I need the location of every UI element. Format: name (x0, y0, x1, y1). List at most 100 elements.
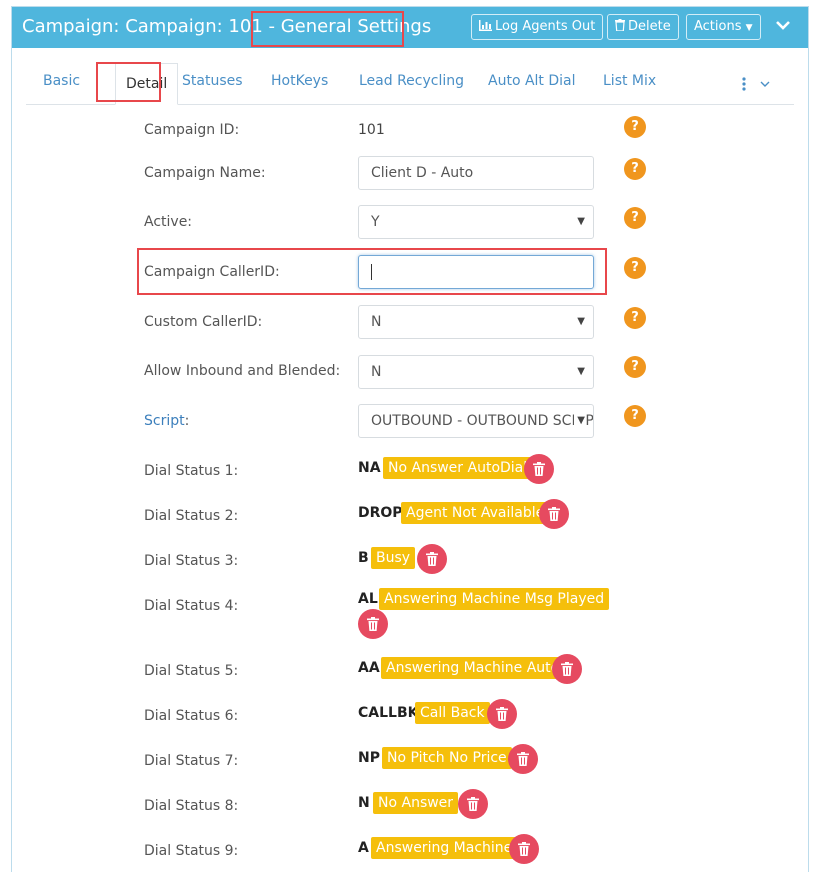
select-arrow-icon: ▼ (577, 316, 585, 327)
caret-down-icon: ▼ (745, 23, 753, 33)
script-link[interactable]: Script (144, 413, 185, 429)
text-cursor (371, 264, 372, 280)
trash-icon (367, 617, 379, 631)
dial-status-8-label: Dial Status 8: (144, 798, 239, 814)
remove-dial-status-5-button[interactable] (552, 654, 582, 684)
allow-inbound-value: N (371, 364, 382, 380)
help-icon[interactable]: ? (624, 158, 646, 180)
script-label-row: Script: (144, 413, 189, 429)
remove-dial-status-2-button[interactable] (539, 499, 569, 529)
log-agents-out-label: Log Agents Out (495, 19, 596, 34)
trash-icon (548, 507, 560, 521)
dial-status-3-code: B (358, 550, 369, 566)
highlight-box-general-settings (251, 11, 404, 47)
dial-status-9-code: A (358, 840, 369, 856)
highlight-box-detail-tab (96, 62, 161, 102)
allow-inbound-label: Allow Inbound and Blended: (144, 363, 341, 379)
trash-icon (518, 842, 530, 856)
trash-icon (517, 752, 529, 766)
campaign-name-label: Campaign Name: (144, 165, 266, 181)
panel-header: Campaign: Campaign: 101 - General Settin… (12, 7, 808, 48)
campaign-id-value: 101 (358, 122, 385, 138)
allow-inbound-select[interactable]: N ▼ (358, 355, 594, 389)
script-colon: : (184, 413, 190, 429)
actions-dropdown-button[interactable]: Actions ▼ (686, 14, 761, 40)
dial-status-5-label: Dial Status 5: (144, 663, 239, 679)
campaign-panel: Campaign: Campaign: 101 - General Settin… (11, 6, 809, 872)
campaign-callerid-label: Campaign CallerID: (144, 264, 280, 280)
dial-status-7-badge: No Pitch No Price (382, 747, 512, 769)
chevron-down-icon[interactable] (775, 19, 791, 31)
campaign-name-input[interactable]: Client D - Auto (358, 156, 594, 190)
trash-icon (615, 19, 625, 32)
dial-status-2-badge: Agent Not Available (401, 502, 550, 524)
title-prefix: Campaign: Campaign: 101 - (22, 16, 281, 37)
trash-icon (467, 797, 479, 811)
tab-auto-alt-dial[interactable]: Auto Alt Dial (488, 73, 576, 89)
custom-callerid-value: N (371, 314, 382, 330)
dial-status-9-badge: Answering Machine (371, 837, 518, 859)
dial-status-1-label: Dial Status 1: (144, 463, 239, 479)
dial-status-6-badge: Call Back (415, 702, 490, 724)
help-icon[interactable]: ? (624, 207, 646, 229)
select-arrow-icon: ▼ (577, 366, 585, 377)
help-icon[interactable]: ? (624, 356, 646, 378)
dial-status-5-badge: Answering Machine Auto (381, 657, 565, 679)
trash-icon (496, 707, 508, 721)
help-icon[interactable]: ? (624, 116, 646, 138)
dial-status-1-badge: No Answer AutoDial (383, 457, 533, 479)
campaign-callerid-input[interactable] (358, 255, 594, 289)
remove-dial-status-6-button[interactable] (487, 699, 517, 729)
campaign-name-value: Client D - Auto (371, 165, 474, 181)
tab-lead-recycling[interactable]: Lead Recycling (359, 73, 464, 89)
help-icon[interactable]: ? (624, 307, 646, 329)
help-icon[interactable]: ? (624, 405, 646, 427)
script-select[interactable]: OUTBOUND - OUTBOUND SCRIPT ▼ (358, 404, 594, 438)
dial-status-3-badge: Busy (371, 547, 416, 569)
dial-status-4-badge: Answering Machine Msg Played (379, 588, 610, 610)
bar-chart-icon (479, 20, 492, 31)
dial-status-4-label: Dial Status 4: (144, 598, 239, 614)
dial-status-3-label: Dial Status 3: (144, 553, 239, 569)
script-value: OUTBOUND - OUTBOUND SCRIPT (371, 413, 594, 429)
delete-label: Delete (628, 19, 671, 34)
trash-icon (533, 462, 545, 476)
dial-status-8-badge: No Answer (373, 792, 459, 814)
campaign-id-label: Campaign ID: (144, 122, 240, 138)
remove-dial-status-7-button[interactable] (508, 744, 538, 774)
dial-status-2-label: Dial Status 2: (144, 508, 239, 524)
custom-callerid-select[interactable]: N ▼ (358, 305, 594, 339)
active-select[interactable]: Y ▼ (358, 205, 594, 239)
trash-icon (426, 552, 438, 566)
tab-basic[interactable]: Basic (43, 73, 80, 89)
tab-list-mix[interactable]: List Mix (603, 73, 656, 89)
dial-status-4-code: AL (358, 591, 378, 607)
log-agents-out-button[interactable]: Log Agents Out (471, 14, 604, 40)
select-arrow-icon: ▼ (577, 216, 585, 227)
delete-campaign-button[interactable]: Delete (607, 14, 679, 40)
remove-dial-status-8-button[interactable] (458, 789, 488, 819)
remove-dial-status-1-button[interactable] (524, 454, 554, 484)
dial-status-9-label: Dial Status 9: (144, 843, 239, 859)
tab-statuses[interactable]: Statuses (182, 73, 243, 89)
custom-callerid-label: Custom CallerID: (144, 314, 263, 330)
tab-hotkeys[interactable]: HotKeys (271, 73, 328, 89)
dial-status-7-label: Dial Status 7: (144, 753, 239, 769)
active-value: Y (371, 214, 380, 230)
dial-status-8-code: N (358, 795, 370, 811)
actions-label: Actions (694, 19, 742, 34)
dial-status-6-label: Dial Status 6: (144, 708, 239, 724)
dial-status-2-code: DROP (358, 505, 403, 521)
dial-status-5-code: AA (358, 660, 380, 676)
active-label: Active: (144, 214, 193, 230)
more-vertical-icon[interactable] (741, 77, 781, 91)
remove-dial-status-4-button[interactable] (358, 609, 388, 639)
select-arrow-icon: ▼ (574, 405, 585, 437)
remove-dial-status-3-button[interactable] (417, 544, 447, 574)
trash-icon (561, 662, 573, 676)
dial-status-1-code: NA (358, 460, 381, 476)
dial-status-7-code: NP (358, 750, 380, 766)
help-icon[interactable]: ? (624, 257, 646, 279)
dial-status-6-code: CALLBK (358, 705, 419, 721)
remove-dial-status-9-button[interactable] (509, 834, 539, 864)
